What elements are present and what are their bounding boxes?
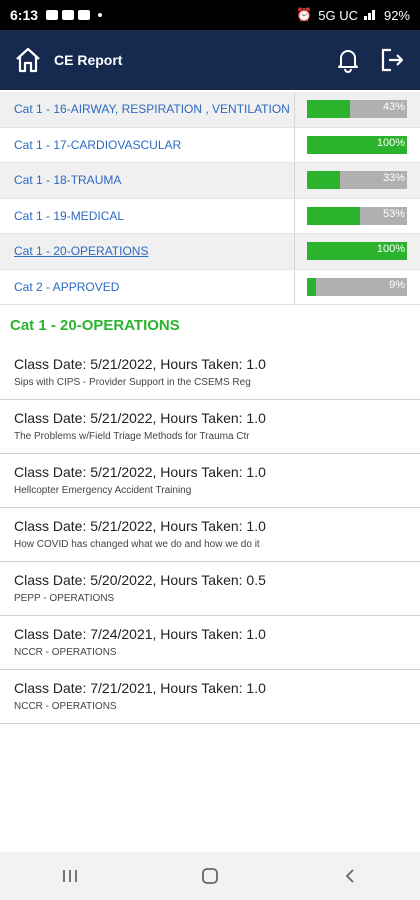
progress-percent: 100% bbox=[376, 243, 405, 256]
class-name: NCCR - OPERATIONS bbox=[14, 647, 117, 658]
class-name: How COVID has changed what we do and how… bbox=[14, 539, 260, 550]
class-name: Hellcopter Emergency Accident Training bbox=[14, 485, 192, 496]
image-icon bbox=[62, 10, 75, 20]
progress-percent: 43% bbox=[382, 101, 405, 114]
progress-bar: 33% bbox=[307, 171, 407, 190]
class-date: Class Date: 5/20/2022, Hours Taken: 0.5 bbox=[14, 572, 266, 588]
progress-bar: 53% bbox=[307, 206, 407, 225]
notifications-button[interactable] bbox=[334, 46, 362, 74]
page-title: CE Report bbox=[54, 52, 123, 68]
class-name: PEPP - OPERATIONS bbox=[14, 593, 115, 604]
home-nav-button[interactable] bbox=[195, 861, 225, 891]
class-name: The Problems w/Field Triage Methods for … bbox=[14, 431, 250, 442]
category-row-selected[interactable]: Cat 1 - 20-OPERATIONS 100% bbox=[0, 234, 420, 270]
progress-fill bbox=[307, 171, 340, 190]
list-item[interactable]: Class Date: 5/21/2022, Hours Taken: 1.0 … bbox=[0, 508, 420, 562]
list-item[interactable]: Class Date: 7/24/2021, Hours Taken: 1.0 … bbox=[0, 616, 420, 670]
header-actions bbox=[334, 46, 406, 74]
class-date: Class Date: 5/21/2022, Hours Taken: 1.0 bbox=[14, 464, 266, 480]
system-nav-bar bbox=[0, 852, 420, 900]
category-row[interactable]: Cat 1 - 18-TRAUMA 33% bbox=[0, 163, 420, 199]
progress-fill bbox=[307, 100, 350, 119]
bell-icon bbox=[338, 50, 358, 73]
progress-percent: 53% bbox=[382, 207, 405, 220]
status-right: ⏰ 5G UC 92% bbox=[296, 7, 410, 23]
category-label[interactable]: Cat 2 - APPROVED bbox=[0, 269, 295, 304]
notification-icon bbox=[46, 10, 59, 20]
progress-bar: 43% bbox=[307, 100, 407, 119]
progress-percent: 33% bbox=[382, 172, 405, 185]
category-row[interactable]: Cat 1 - 16-AIRWAY, RESPIRATION , VENTILA… bbox=[0, 92, 420, 128]
alarm-icon: ⏰ bbox=[296, 7, 313, 22]
app-header: CE Report bbox=[0, 30, 420, 90]
recent-apps-icon bbox=[63, 870, 77, 882]
progress-percent: 100% bbox=[376, 136, 405, 149]
home-nav-icon bbox=[202, 868, 218, 884]
list-item[interactable]: Class Date: 5/21/2022, Hours Taken: 1.0 … bbox=[0, 346, 420, 400]
more-dot-icon bbox=[98, 13, 103, 17]
progress-fill bbox=[307, 206, 360, 225]
class-date: Class Date: 5/21/2022, Hours Taken: 1.0 bbox=[14, 356, 266, 372]
section-title: Cat 1 - 20-OPERATIONS bbox=[10, 317, 180, 334]
progress-percent: 9% bbox=[389, 278, 405, 291]
category-row[interactable]: Cat 2 - APPROVED 9% bbox=[0, 269, 420, 305]
class-date: Class Date: 5/21/2022, Hours Taken: 1.0 bbox=[14, 518, 266, 534]
signal-icon bbox=[363, 8, 378, 23]
category-label[interactable]: Cat 1 - 18-TRAUMA bbox=[0, 163, 295, 198]
class-date: Class Date: 7/21/2021, Hours Taken: 1.0 bbox=[14, 680, 266, 696]
recent-apps-button[interactable] bbox=[55, 861, 85, 891]
class-list: Class Date: 5/21/2022, Hours Taken: 1.0 … bbox=[0, 346, 420, 724]
logout-button[interactable] bbox=[378, 46, 406, 74]
category-row[interactable]: Cat 1 - 19-MEDICAL 53% bbox=[0, 198, 420, 234]
home-button[interactable] bbox=[12, 44, 44, 76]
progress-fill bbox=[307, 277, 316, 296]
category-label[interactable]: Cat 1 - 20-OPERATIONS bbox=[0, 234, 295, 269]
class-date: Class Date: 5/21/2022, Hours Taken: 1.0 bbox=[14, 410, 266, 426]
back-icon bbox=[345, 869, 354, 883]
class-date: Class Date: 7/24/2021, Hours Taken: 1.0 bbox=[14, 626, 266, 642]
class-name: Sips with CIPS - Provider Support in the… bbox=[14, 377, 251, 388]
progress-bar: 100% bbox=[307, 242, 407, 261]
battery-label: 92% bbox=[383, 7, 410, 23]
back-button[interactable] bbox=[335, 861, 365, 891]
list-item[interactable]: Class Date: 5/21/2022, Hours Taken: 1.0 … bbox=[0, 454, 420, 508]
class-name: NCCR - OPERATIONS bbox=[14, 701, 117, 712]
status-notification-icons bbox=[46, 10, 103, 20]
category-row[interactable]: Cat 1 - 17-CARDIOVASCULAR 100% bbox=[0, 127, 420, 163]
category-label[interactable]: Cat 1 - 16-AIRWAY, RESPIRATION , VENTILA… bbox=[0, 92, 295, 127]
status-time: 6:13 bbox=[10, 7, 39, 23]
list-item[interactable]: Class Date: 5/21/2022, Hours Taken: 1.0 … bbox=[0, 400, 420, 454]
home-icon bbox=[16, 47, 40, 73]
gallery-icon bbox=[78, 10, 91, 20]
category-label[interactable]: Cat 1 - 19-MEDICAL bbox=[0, 198, 295, 233]
progress-bar: 100% bbox=[307, 135, 407, 154]
progress-bar: 9% bbox=[307, 277, 407, 296]
list-item[interactable]: Class Date: 5/20/2022, Hours Taken: 0.5 … bbox=[0, 562, 420, 616]
category-list: Cat 1 - 16-AIRWAY, RESPIRATION , VENTILA… bbox=[0, 92, 420, 305]
network-label: 5G UC bbox=[318, 7, 358, 23]
list-item[interactable]: Class Date: 7/21/2021, Hours Taken: 1.0 … bbox=[0, 670, 420, 724]
status-bar: 6:13 ⏰ 5G UC 92% bbox=[0, 0, 420, 30]
logout-icon bbox=[381, 48, 404, 72]
category-label[interactable]: Cat 1 - 17-CARDIOVASCULAR bbox=[0, 127, 295, 162]
